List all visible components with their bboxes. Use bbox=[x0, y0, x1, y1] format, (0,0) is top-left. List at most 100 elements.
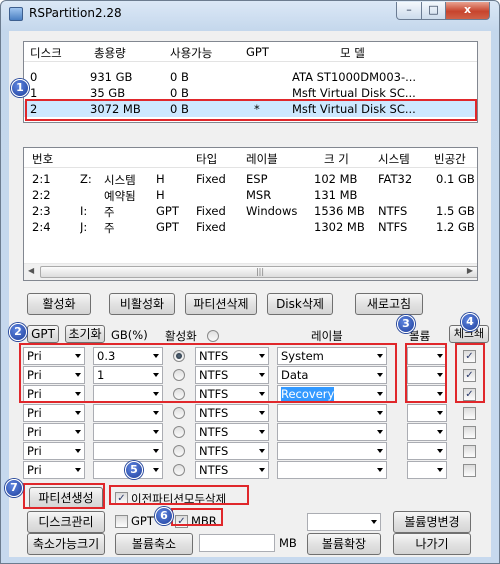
col-model[interactable]: 모 델 bbox=[340, 45, 365, 61]
gpt-checkbox[interactable] bbox=[115, 515, 128, 528]
part-kind: 시스템 bbox=[104, 173, 136, 187]
partition-row[interactable]: 2:2 예약됨 H MSR 131 MB bbox=[24, 187, 477, 203]
col-type[interactable]: 타입 bbox=[196, 151, 217, 167]
chevron-down-icon bbox=[75, 449, 81, 453]
scroll-thumb[interactable]: ||| bbox=[40, 266, 477, 278]
chevron-down-icon bbox=[259, 449, 265, 453]
part-type: Fixed bbox=[196, 172, 226, 186]
part-flag: H bbox=[156, 172, 165, 186]
col-label[interactable]: 레이블 bbox=[246, 151, 278, 167]
active-radio[interactable] bbox=[173, 426, 185, 438]
size-combo[interactable] bbox=[93, 423, 163, 441]
app-window: RSPartition2.28 – □ x 디스크 총용량 사용가능 GPT 모… bbox=[0, 0, 500, 564]
disk-row[interactable]: 0 931 GB 0 B ATA ST1000DM003-... bbox=[24, 69, 477, 85]
col-disk[interactable]: 디스크 bbox=[30, 45, 62, 61]
col-size[interactable]: 크 기 bbox=[324, 151, 349, 167]
col-filesystem[interactable]: 시스템 bbox=[378, 151, 410, 167]
disk-available: 0 B bbox=[170, 86, 189, 100]
part-number: 2:3 bbox=[32, 204, 51, 218]
part-size: 131 MB bbox=[314, 188, 358, 202]
filesystem-combo[interactable]: NTFS bbox=[195, 461, 269, 479]
row-checkbox[interactable] bbox=[463, 445, 476, 458]
deactivate-button[interactable]: 비활성화 bbox=[109, 293, 175, 315]
refresh-button[interactable]: 새로고침 bbox=[355, 293, 423, 315]
part-drive: Z: bbox=[80, 172, 92, 186]
col-free[interactable]: 빈공간 bbox=[434, 151, 466, 167]
active-radio[interactable] bbox=[173, 464, 185, 476]
partition-row[interactable]: 2:1 Z: 시스템 H Fixed ESP 102 MB FAT32 0.1 … bbox=[24, 171, 477, 187]
disk-list-header: 디스크 총용량 사용가능 GPT 모 델 bbox=[24, 42, 477, 62]
label-combo[interactable] bbox=[277, 461, 387, 479]
col-number[interactable]: 번호 bbox=[32, 151, 53, 167]
partition-row[interactable]: 2:4 J: 주 GPT Fixed 1302 MB NTFS 1.2 GB bbox=[24, 219, 477, 235]
row-checkbox[interactable] bbox=[463, 407, 476, 420]
part-flag: GPT bbox=[156, 220, 179, 234]
extend-volume-button[interactable]: 볼륨확장 bbox=[307, 533, 381, 555]
filesystem-combo[interactable]: NTFS bbox=[195, 442, 269, 460]
callout-box-disk bbox=[25, 99, 477, 121]
partition-row[interactable]: 2:3 I: 주 GPT Fixed Windows 1536 MB NTFS … bbox=[24, 203, 477, 219]
close-button[interactable]: x bbox=[445, 2, 490, 20]
size-mb-input[interactable] bbox=[199, 534, 275, 552]
chevron-down-icon bbox=[153, 468, 159, 472]
rename-volume-button[interactable]: 볼륨명변경 bbox=[393, 511, 471, 533]
part-flag: GPT bbox=[156, 204, 179, 218]
minimize-button[interactable]: – bbox=[396, 2, 422, 20]
part-label: ESP bbox=[246, 172, 268, 186]
partition-list[interactable]: 번호 타입 레이블 크 기 시스템 빈공간 2:1 Z: 시스템 H Fixed… bbox=[23, 147, 478, 281]
col-total-size[interactable]: 총용량 bbox=[94, 45, 126, 61]
part-fs: FAT32 bbox=[378, 172, 413, 186]
client-area: 디스크 총용량 사용가능 GPT 모 델 0 931 GB 0 B ATA ST… bbox=[5, 31, 491, 557]
type-combo[interactable]: Pri bbox=[23, 423, 85, 441]
label-combo[interactable] bbox=[277, 404, 387, 422]
chevron-down-icon bbox=[377, 411, 383, 415]
chevron-down-icon bbox=[437, 449, 443, 453]
active-radio[interactable] bbox=[173, 445, 185, 457]
type-combo[interactable]: Pri bbox=[23, 442, 85, 460]
type-combo[interactable]: Pri bbox=[23, 461, 85, 479]
activate-button[interactable]: 활성화 bbox=[27, 293, 91, 315]
scroll-left-icon[interactable]: ◀ bbox=[28, 266, 34, 275]
volume-combo[interactable] bbox=[407, 442, 447, 460]
delete-partition-button[interactable]: 파티션삭제 bbox=[185, 293, 257, 315]
volume-combo[interactable] bbox=[307, 513, 381, 531]
scroll-right-icon[interactable]: ▶ bbox=[467, 266, 473, 275]
horizontal-scrollbar[interactable]: ◀ ||| ▶ bbox=[24, 263, 477, 280]
disk-management-button[interactable]: 디스크관리 bbox=[27, 511, 105, 533]
volume-combo[interactable] bbox=[407, 461, 447, 479]
callout-badge-3: 3 bbox=[397, 315, 415, 333]
chevron-down-icon bbox=[437, 468, 443, 472]
chevron-down-icon bbox=[259, 468, 265, 472]
filesystem-combo[interactable]: NTFS bbox=[195, 404, 269, 422]
row-checkbox[interactable] bbox=[463, 426, 476, 439]
chevron-down-icon bbox=[153, 411, 159, 415]
row-checkbox[interactable] bbox=[463, 464, 476, 477]
label-combo[interactable] bbox=[277, 442, 387, 460]
maximize-button[interactable]: □ bbox=[421, 2, 446, 20]
shrink-volume-button[interactable]: 볼륨축소 bbox=[115, 533, 193, 555]
volume-combo[interactable] bbox=[407, 404, 447, 422]
initialize-button[interactable]: 초기화 bbox=[65, 325, 105, 343]
filesystem-combo[interactable]: NTFS bbox=[195, 423, 269, 441]
label-combo[interactable] bbox=[277, 423, 387, 441]
chevron-down-icon bbox=[75, 411, 81, 415]
active-header-radio[interactable] bbox=[207, 330, 219, 342]
col-available[interactable]: 사용가능 bbox=[170, 45, 212, 61]
callout-badge-4: 4 bbox=[461, 313, 479, 331]
gpt-button[interactable]: GPT bbox=[27, 325, 59, 343]
exit-button[interactable]: 나가기 bbox=[393, 533, 471, 555]
combo-value: Pri bbox=[27, 406, 42, 420]
type-combo[interactable]: Pri bbox=[23, 404, 85, 422]
disk-available: 0 B bbox=[170, 70, 189, 84]
delete-disk-button[interactable]: Disk삭제 bbox=[267, 293, 333, 315]
size-combo[interactable] bbox=[93, 404, 163, 422]
shrinkable-size-button[interactable]: 축소가능크기 bbox=[27, 533, 105, 555]
combo-value: Pri bbox=[27, 444, 42, 458]
callout-box-create bbox=[23, 483, 105, 509]
chevron-down-icon bbox=[377, 430, 383, 434]
title-bar[interactable]: RSPartition2.28 – □ x bbox=[1, 1, 499, 27]
col-gpt[interactable]: GPT bbox=[246, 45, 269, 59]
active-radio[interactable] bbox=[173, 407, 185, 419]
size-combo[interactable] bbox=[93, 442, 163, 460]
volume-combo[interactable] bbox=[407, 423, 447, 441]
